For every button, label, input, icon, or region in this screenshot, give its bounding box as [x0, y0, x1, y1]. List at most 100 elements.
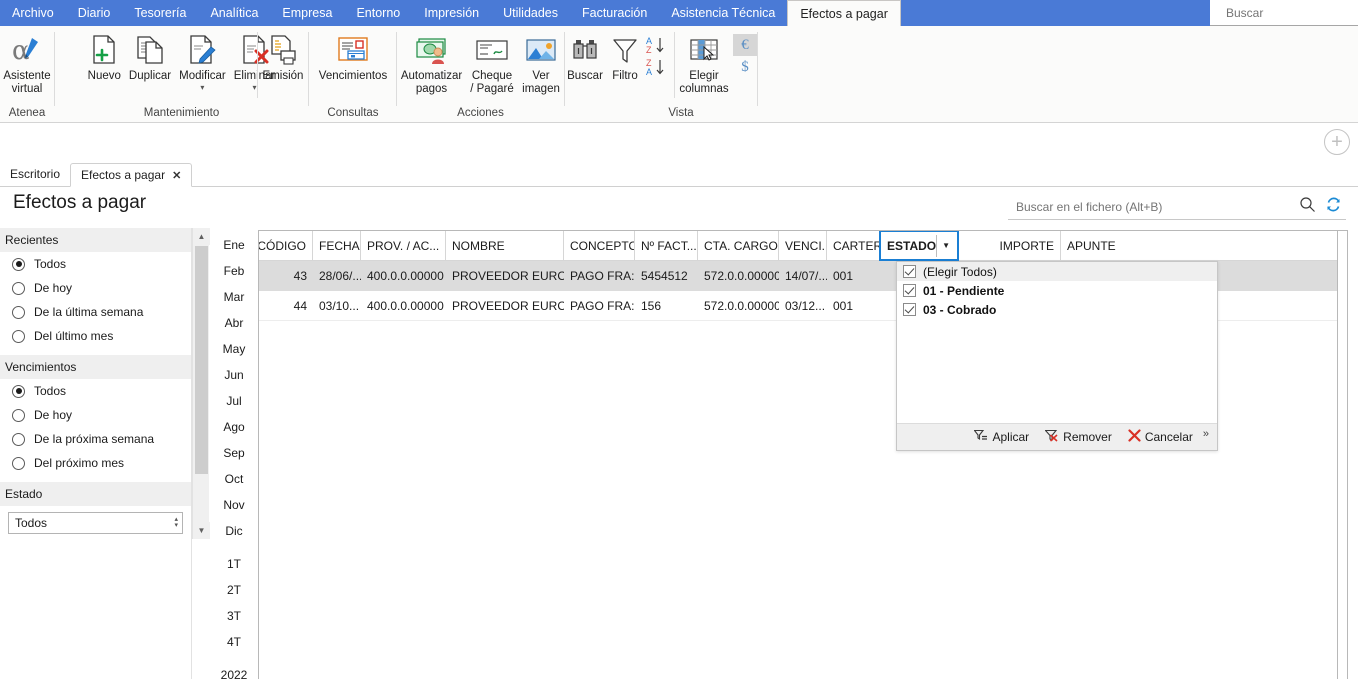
month-nov[interactable]: Nov [210, 492, 258, 518]
ribbon-separator-2 [257, 32, 258, 98]
filter-dropdown-footer: Aplicar Remover Cancelar » [897, 423, 1217, 450]
column-header-venci[interactable]: VENCI... [779, 231, 827, 260]
column-header-prov-ac[interactable]: PROV. / AC... [361, 231, 446, 260]
column-header-nombre[interactable]: NOMBRE [446, 231, 564, 260]
menu-item-tesoreria[interactable]: Tesorería [122, 0, 198, 26]
file-search-box[interactable] [1008, 194, 1346, 220]
year-2022[interactable]: 2022 [210, 662, 258, 688]
month-may[interactable]: May [210, 336, 258, 362]
quarter-4t[interactable]: 4T [210, 629, 258, 655]
radio-recientes-todos[interactable]: Todos [0, 252, 191, 276]
month-jul[interactable]: Jul [210, 388, 258, 414]
month-sep[interactable]: Sep [210, 440, 258, 466]
buscar-button[interactable]: Buscar [565, 30, 605, 83]
month-mar[interactable]: Mar [210, 284, 258, 310]
plus-circle-icon[interactable]: + [1324, 129, 1350, 155]
radio-vencimientos-todos[interactable]: Todos [0, 379, 191, 403]
month-jun[interactable]: Jun [210, 362, 258, 388]
scroll-down-icon[interactable]: ▼ [193, 522, 210, 539]
month-ene[interactable]: Ene [210, 232, 258, 258]
radio-recientes-de-hoy[interactable]: De hoy [0, 276, 191, 300]
filter-option-01-pendiente[interactable]: 01 - Pendiente [897, 281, 1217, 300]
scrollbar-thumb[interactable] [195, 246, 208, 474]
scroll-up-icon[interactable]: ▲ [193, 228, 210, 245]
menu-item-efectos-a-pagar[interactable]: Efectos a pagar [787, 0, 901, 26]
dollar-icon[interactable]: $ [733, 56, 757, 78]
radio-recientes-ultima-semana[interactable]: De la última semana [0, 300, 191, 324]
radio-vencimientos-proxima-semana[interactable]: De la próxima semana [0, 427, 191, 451]
column-header-estado[interactable]: ESTADO ▼ [879, 231, 959, 261]
sidebar-scrollbar[interactable]: ▲ ▼ [192, 228, 210, 539]
radio-recientes-ultimo-mes[interactable]: Del último mes [0, 324, 191, 348]
column-header-concepto[interactable]: CONCEPTO [564, 231, 635, 260]
emision-button[interactable]: Emisión [259, 30, 307, 83]
column-header-cta-cargo[interactable]: CTA. CARGO [698, 231, 779, 260]
quarter-1t[interactable]: 1T [210, 551, 258, 577]
tab-efectos-a-pagar[interactable]: Efectos a pagar ✕ [70, 163, 193, 187]
menu-item-analitica[interactable]: Analítica [198, 0, 270, 26]
eliminar-dropdown-caret[interactable]: ▾ [253, 83, 257, 91]
ribbon-toolbar: α Asistente virtual Atenea Nuevo Duplica… [0, 26, 1358, 123]
column-header-cartera[interactable]: CARTERA [827, 231, 880, 260]
modificar-dropdown-caret[interactable]: ▾ [200, 83, 204, 91]
menu-item-diario[interactable]: Diario [66, 0, 123, 26]
svg-text:A: A [646, 67, 652, 77]
column-header-n-fact[interactable]: Nº FACT... [635, 231, 698, 260]
file-search-input[interactable] [1008, 198, 1294, 215]
euro-icon[interactable]: € [733, 34, 757, 56]
ver-imagen-button[interactable]: Ver imagen [518, 30, 564, 95]
grid-vertical-scroll-track[interactable] [1337, 231, 1347, 679]
menu-item-facturacion[interactable]: Facturación [570, 0, 659, 26]
checkbox-icon[interactable] [903, 284, 916, 297]
automatizar-pagos-button[interactable]: Automatizar pagos [397, 30, 466, 95]
overflow-chevron-icon[interactable]: » [1201, 428, 1213, 446]
column-header-codigo[interactable]: CÓDIGO [259, 231, 313, 260]
radio-vencimientos-proximo-mes[interactable]: Del próximo mes [0, 451, 191, 475]
remover-button[interactable]: Remover [1037, 429, 1120, 445]
month-ago[interactable]: Ago [210, 414, 258, 440]
chevron-down-icon[interactable]: ▼ [936, 234, 955, 257]
sort-descending-icon[interactable]: Z A [645, 56, 667, 78]
quarter-3t[interactable]: 3T [210, 603, 258, 629]
column-header-fecha[interactable]: FECHA [313, 231, 361, 260]
month-dic[interactable]: Dic [210, 518, 258, 544]
menu-item-empresa[interactable]: Empresa [270, 0, 344, 26]
asistente-virtual-button[interactable]: α Asistente virtual [0, 30, 54, 95]
month-oct[interactable]: Oct [210, 466, 258, 492]
vencimientos-button[interactable]: Vencimientos [315, 30, 391, 83]
column-header-apunte[interactable]: APUNTE [1061, 231, 1121, 260]
menu-item-asistencia-tecnica[interactable]: Asistencia Técnica [659, 0, 787, 26]
global-search-input[interactable] [1210, 4, 1358, 21]
month-feb[interactable]: Feb [210, 258, 258, 284]
filter-option-elegir-todos[interactable]: (Elegir Todos) [897, 262, 1217, 281]
global-search-box[interactable] [1210, 0, 1358, 26]
cell-prov-ac: 400.0.0.00000 [367, 298, 444, 313]
ribbon-group-label-atenea: Atenea [8, 107, 46, 119]
filtro-button[interactable]: Filtro [605, 30, 645, 83]
menu-item-impresion[interactable]: Impresión [412, 0, 491, 26]
checkbox-icon[interactable] [903, 303, 916, 316]
duplicar-button[interactable]: Duplicar [125, 30, 175, 83]
checkbox-icon[interactable] [903, 265, 916, 278]
estado-combobox[interactable]: Todos ▴ ▾ [8, 512, 183, 534]
close-icon[interactable]: ✕ [172, 169, 181, 182]
cheque-pagare-button[interactable]: Cheque / Pagaré [466, 30, 518, 95]
nuevo-button[interactable]: Nuevo [84, 30, 125, 83]
menu-item-utilidades[interactable]: Utilidades [491, 0, 570, 26]
cancelar-button[interactable]: Cancelar [1120, 429, 1201, 445]
filter-option-03-cobrado[interactable]: 03 - Cobrado [897, 300, 1217, 319]
tab-escritorio[interactable]: Escritorio [0, 162, 70, 186]
aplicar-button[interactable]: Aplicar [966, 429, 1037, 445]
magnifier-icon[interactable] [1294, 196, 1320, 218]
refresh-icon[interactable] [1320, 196, 1346, 218]
sort-ascending-icon[interactable]: A Z [645, 34, 667, 56]
radio-vencimientos-de-hoy[interactable]: De hoy [0, 403, 191, 427]
column-header-importe[interactable]: IMPORTE [959, 231, 1061, 260]
quarter-2t[interactable]: 2T [210, 577, 258, 603]
month-abr[interactable]: Abr [210, 310, 258, 336]
menu-item-entorno[interactable]: Entorno [344, 0, 412, 26]
spinner-icon[interactable]: ▴ ▾ [174, 516, 178, 529]
elegir-columnas-button[interactable]: Elegir columnas [679, 30, 729, 95]
menu-item-archivo[interactable]: Archivo [0, 0, 66, 26]
modificar-button[interactable]: Modificar ▾ [175, 30, 230, 91]
